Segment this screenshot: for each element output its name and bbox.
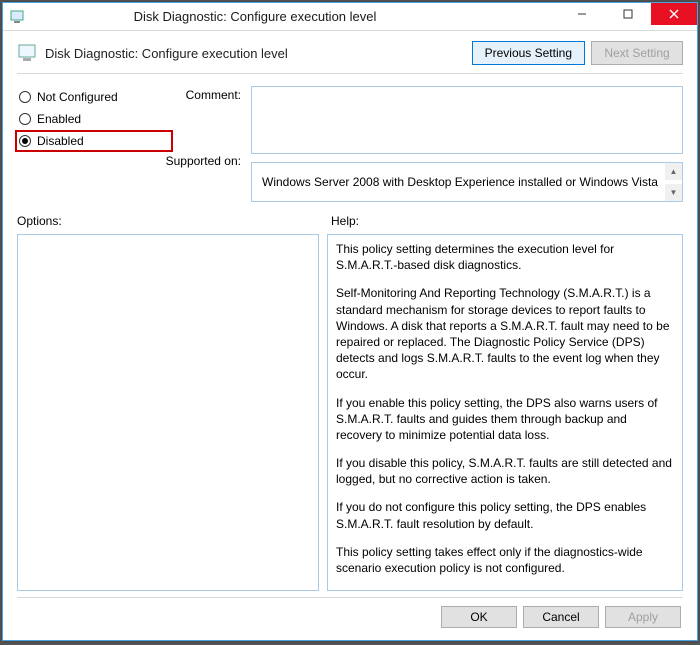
comment-label: Comment: — [153, 88, 241, 102]
dialog-buttons: OK Cancel Apply — [17, 597, 683, 630]
previous-setting-button[interactable]: Previous Setting — [472, 41, 585, 65]
radio-label: Enabled — [37, 112, 81, 126]
help-paragraph: This policy setting takes effect only if… — [336, 544, 674, 576]
supported-on-box: Windows Server 2008 with Desktop Experie… — [251, 162, 683, 202]
policy-title: Disk Diagnostic: Configure execution lev… — [45, 46, 464, 61]
radio-icon — [19, 113, 31, 125]
help-label: Help: — [331, 214, 683, 228]
supported-label: Supported on: — [153, 154, 241, 168]
radio-not-configured[interactable]: Not Configured — [19, 90, 143, 104]
supported-on-text: Windows Server 2008 with Desktop Experie… — [258, 175, 676, 189]
help-paragraph: If you enable this policy setting, the D… — [336, 395, 674, 444]
maximize-button[interactable] — [605, 3, 651, 25]
options-label: Options: — [17, 214, 319, 228]
radio-icon — [19, 135, 31, 147]
window-controls — [559, 3, 697, 25]
help-panel[interactable]: This policy setting determines the execu… — [327, 234, 683, 591]
policy-editor-window: Disk Diagnostic: Configure execution lev… — [2, 2, 698, 641]
radio-label: Disabled — [37, 134, 84, 148]
ok-button[interactable]: OK — [441, 606, 517, 628]
radio-enabled[interactable]: Enabled — [19, 112, 143, 126]
help-paragraph: If you disable this policy, S.M.A.R.T. f… — [336, 455, 674, 487]
scroll-arrows: ▲ ▼ — [665, 163, 682, 201]
apply-button[interactable]: Apply — [605, 606, 681, 628]
field-labels: Comment: Supported on: — [153, 86, 241, 168]
options-panel[interactable] — [17, 234, 319, 591]
scroll-down-icon[interactable]: ▼ — [665, 184, 682, 201]
titlebar: Disk Diagnostic: Configure execution lev… — [3, 3, 697, 31]
minimize-button[interactable] — [559, 3, 605, 25]
state-radios: Not Configured Enabled Disabled — [17, 86, 143, 148]
radio-icon — [19, 91, 31, 103]
radio-disabled[interactable]: Disabled — [19, 134, 143, 148]
next-setting-button[interactable]: Next Setting — [591, 41, 683, 65]
help-paragraph: This policy setting determines the execu… — [336, 241, 674, 273]
close-button[interactable] — [651, 3, 697, 25]
help-paragraph: If you do not configure this policy sett… — [336, 499, 674, 531]
scroll-up-icon[interactable]: ▲ — [665, 163, 682, 180]
highlight-box: Disabled — [15, 130, 173, 152]
header-row: Disk Diagnostic: Configure execution lev… — [17, 41, 683, 74]
policy-icon — [17, 43, 37, 63]
cancel-button[interactable]: Cancel — [523, 606, 599, 628]
app-icon — [9, 9, 25, 25]
comment-textarea[interactable] — [251, 86, 683, 154]
window-title: Disk Diagnostic: Configure execution lev… — [31, 9, 559, 24]
help-paragraph: Self-Monitoring And Reporting Technology… — [336, 285, 674, 382]
radio-label: Not Configured — [37, 90, 118, 104]
